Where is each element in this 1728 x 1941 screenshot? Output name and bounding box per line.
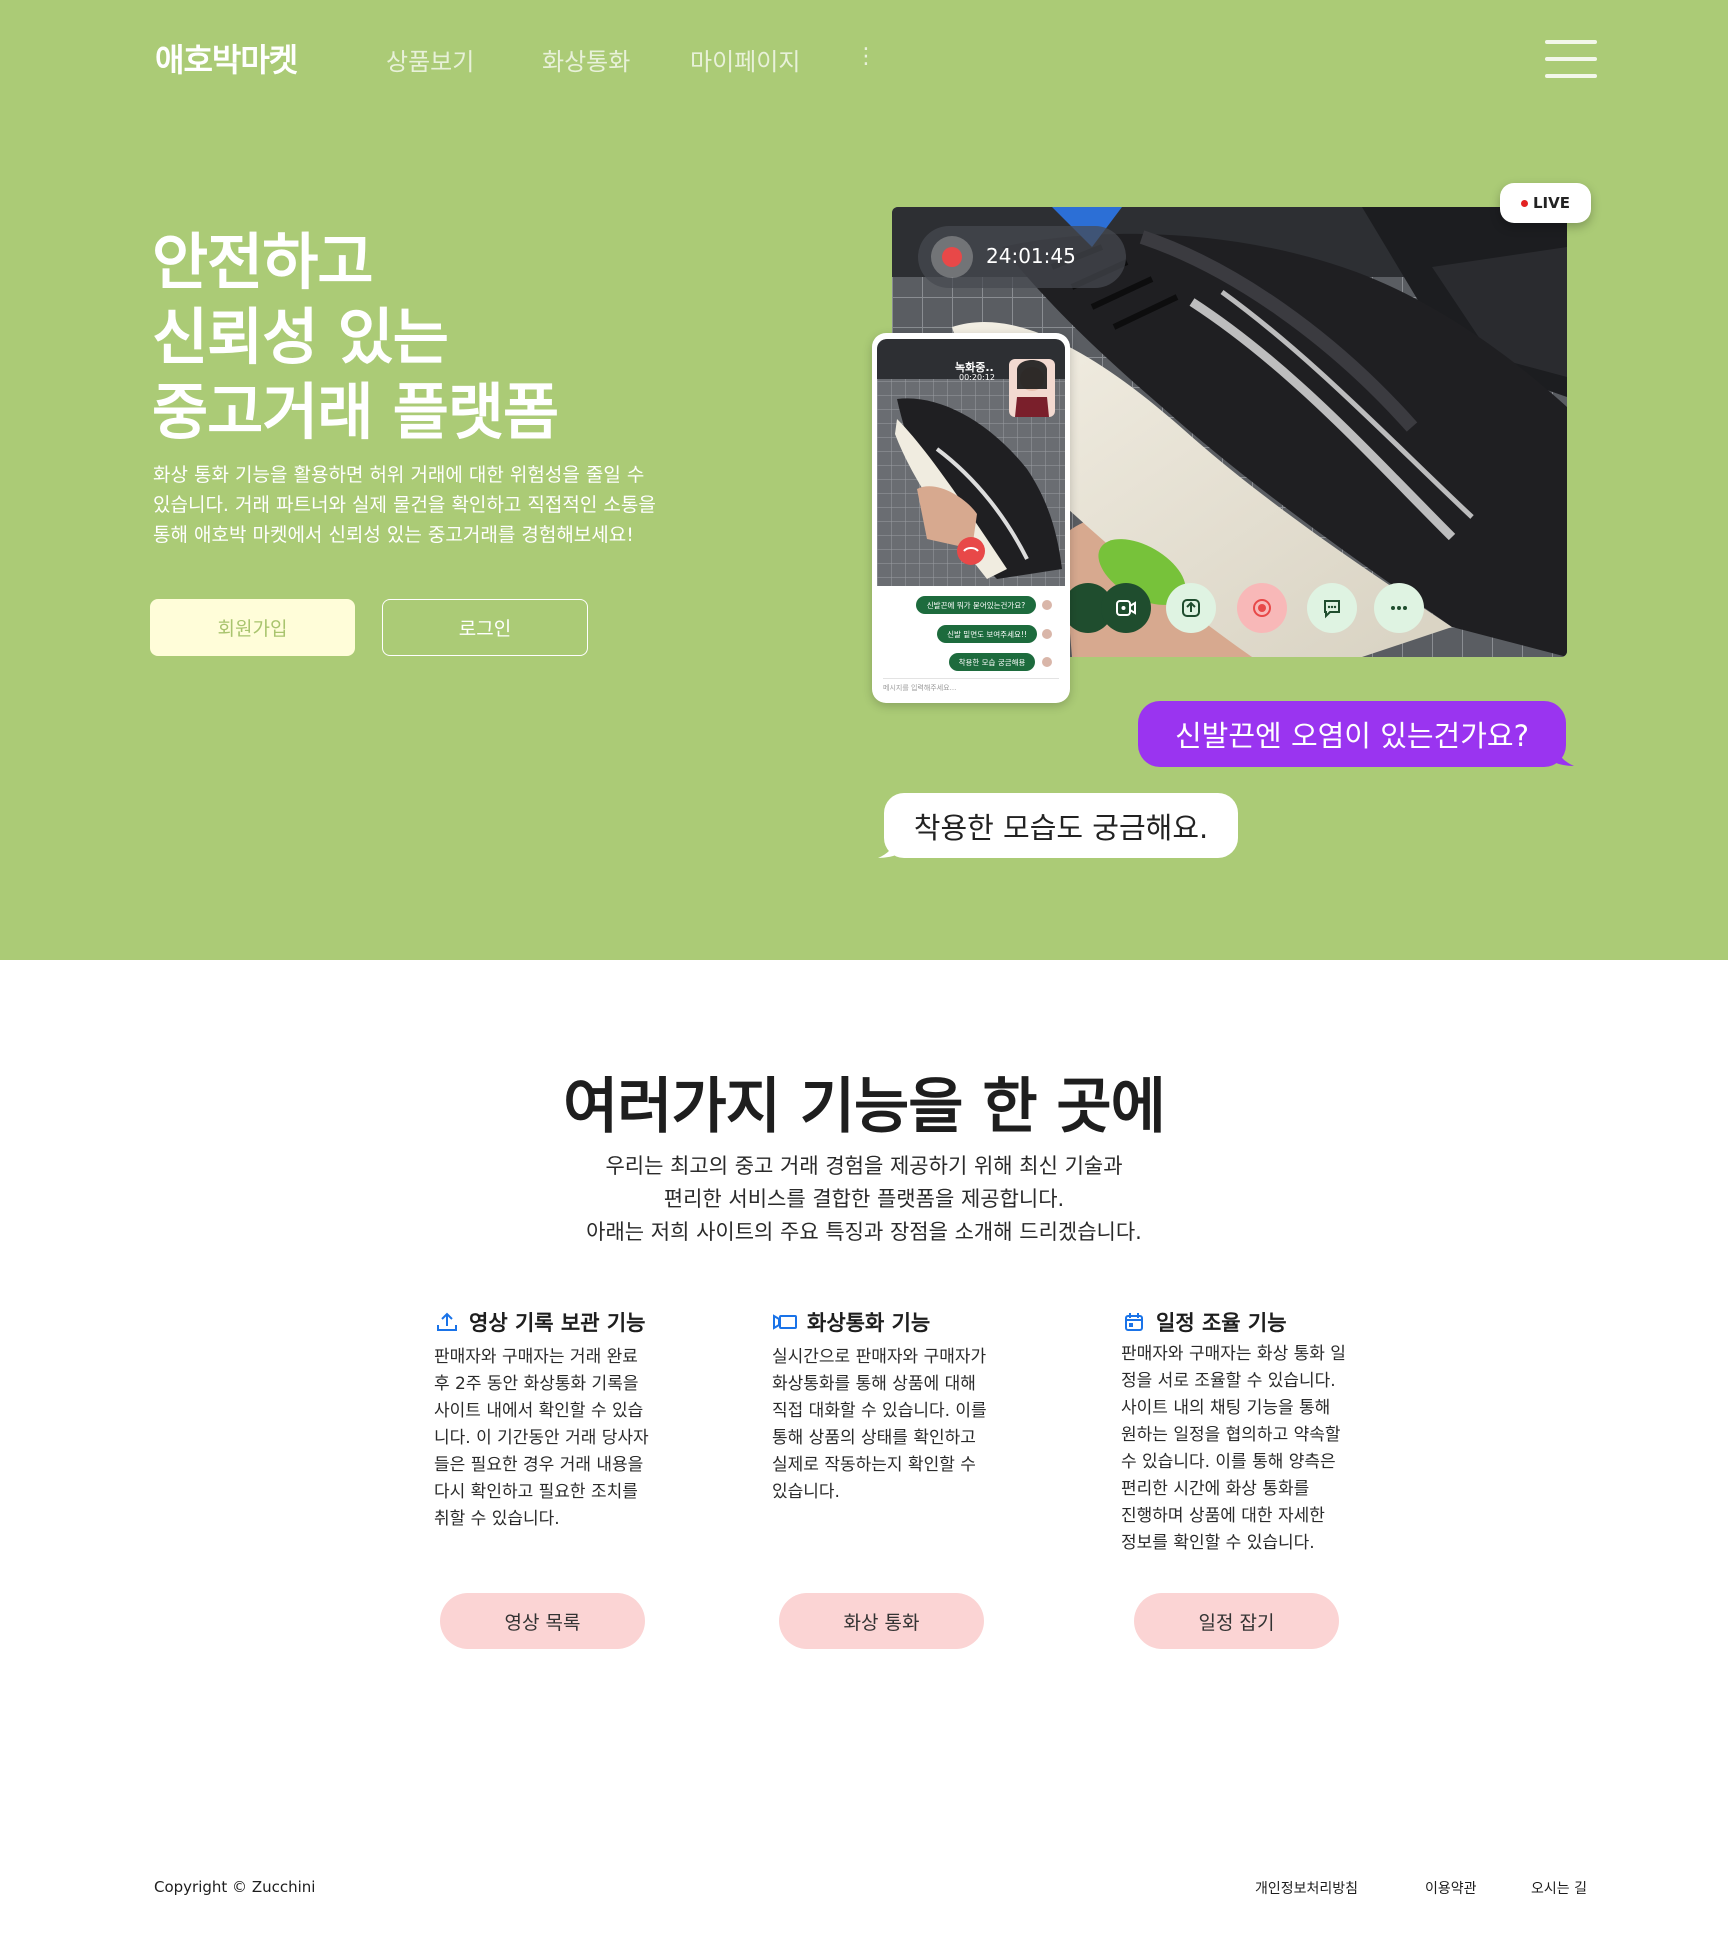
schedule-button[interactable]: 일정 잡기	[1134, 1593, 1339, 1649]
features-title: 여러가지 기능을 한 곳에	[563, 1072, 1166, 1142]
nav-mypage[interactable]: 마이페이지	[690, 42, 800, 77]
upload-icon[interactable]	[1166, 583, 1216, 633]
footer-link-privacy[interactable]: 개인정보처리방침	[1255, 1878, 1358, 1898]
phone-mockup: 녹화중.. 00:20:12 신발끈에 뭐가 묻어있는건가요? 신발 밑면도 보…	[872, 333, 1070, 703]
nav-products[interactable]: 상품보기	[386, 42, 474, 77]
record-button-icon[interactable]	[1237, 583, 1287, 633]
features-description: 우리는 최고의 중고 거래 경험을 제공하기 위해 최신 기술과 편리한 서비스…	[586, 1154, 1142, 1244]
video-icon	[772, 1309, 798, 1335]
more-icon[interactable]	[1374, 583, 1424, 633]
avatar	[1042, 600, 1052, 610]
hero-section: 애호박마켓 상품보기 화상통화 마이페이지 ⋮ 안전하고 신뢰성 있는 중고거래…	[0, 0, 1728, 960]
phone-chat-message: 착용한 모습 궁금해용	[949, 653, 1035, 671]
phone-message-input[interactable]: 메시지를 입력해주세요...	[883, 678, 1059, 695]
feature-text: 판매자와 구매자는 화상 통화 일 정을 서로 조율할 수 있습니다. 사이트 …	[1121, 1344, 1346, 1553]
chat-bubble-request: 착용한 모습도 궁금해요.	[884, 793, 1238, 858]
record-icon	[931, 236, 973, 278]
phone-chat-message: 신발 밑면도 보여주세요!!	[937, 625, 1037, 643]
feature-text: 판매자와 구매자는 거래 완료 후 2주 동안 화상통화 기록을 사이트 내에서…	[434, 1347, 649, 1529]
feature-text: 실시간으로 판매자와 구매자가 화상통화를 통해 상품에 대해 직접 대화할 수…	[772, 1347, 987, 1502]
avatar	[1042, 657, 1052, 667]
video-call-button[interactable]: 화상 통화	[779, 1593, 984, 1649]
footer-link-terms[interactable]: 이용약관	[1425, 1878, 1477, 1898]
login-button[interactable]: 로그인	[382, 599, 588, 656]
call-timer: 24:01:45	[986, 244, 1076, 268]
calendar-icon	[1121, 1309, 1147, 1335]
phone-video-screen: 녹화중.. 00:20:12	[877, 339, 1065, 586]
camera-icon[interactable]	[1101, 583, 1151, 633]
signup-button[interactable]: 회원가입	[150, 599, 355, 656]
brand-logo[interactable]: 애호박마켓	[155, 35, 298, 81]
avatar	[1042, 629, 1052, 639]
live-badge: LIVE	[1500, 183, 1591, 223]
hero-title: 안전하고 신뢰성 있는 중고거래 플랫폼	[152, 227, 559, 448]
hamburger-icon[interactable]	[1545, 40, 1597, 78]
feature-title: 영상 기록 보관 기능	[469, 1311, 646, 1335]
recording-indicator: 24:01:45	[918, 226, 1126, 288]
video-list-button[interactable]: 영상 목록	[440, 1593, 645, 1649]
hero-description: 화상 통화 기능을 활용하면 허위 거래에 대한 위험성을 줄일 수 있습니다.…	[153, 464, 656, 546]
phone-chat-message: 신발끈에 뭐가 묻어있는건가요?	[916, 596, 1036, 614]
nav-video-call[interactable]: 화상통화	[542, 42, 630, 77]
feature-title: 일정 조율 기능	[1156, 1311, 1287, 1335]
upload-icon	[434, 1309, 460, 1335]
copyright-text: Copyright © Zucchini	[154, 1878, 316, 1896]
nav-more-icon[interactable]: ⋮	[855, 44, 877, 69]
footer-link-directions[interactable]: 오시는 길	[1531, 1878, 1587, 1898]
phone-timer: 00:20:12	[959, 373, 995, 382]
feature-title: 화상통화 기능	[807, 1311, 931, 1335]
chat-icon[interactable]	[1307, 583, 1357, 633]
chat-bubble-question: 신발끈엔 오염이 있는건가요?	[1138, 701, 1566, 767]
